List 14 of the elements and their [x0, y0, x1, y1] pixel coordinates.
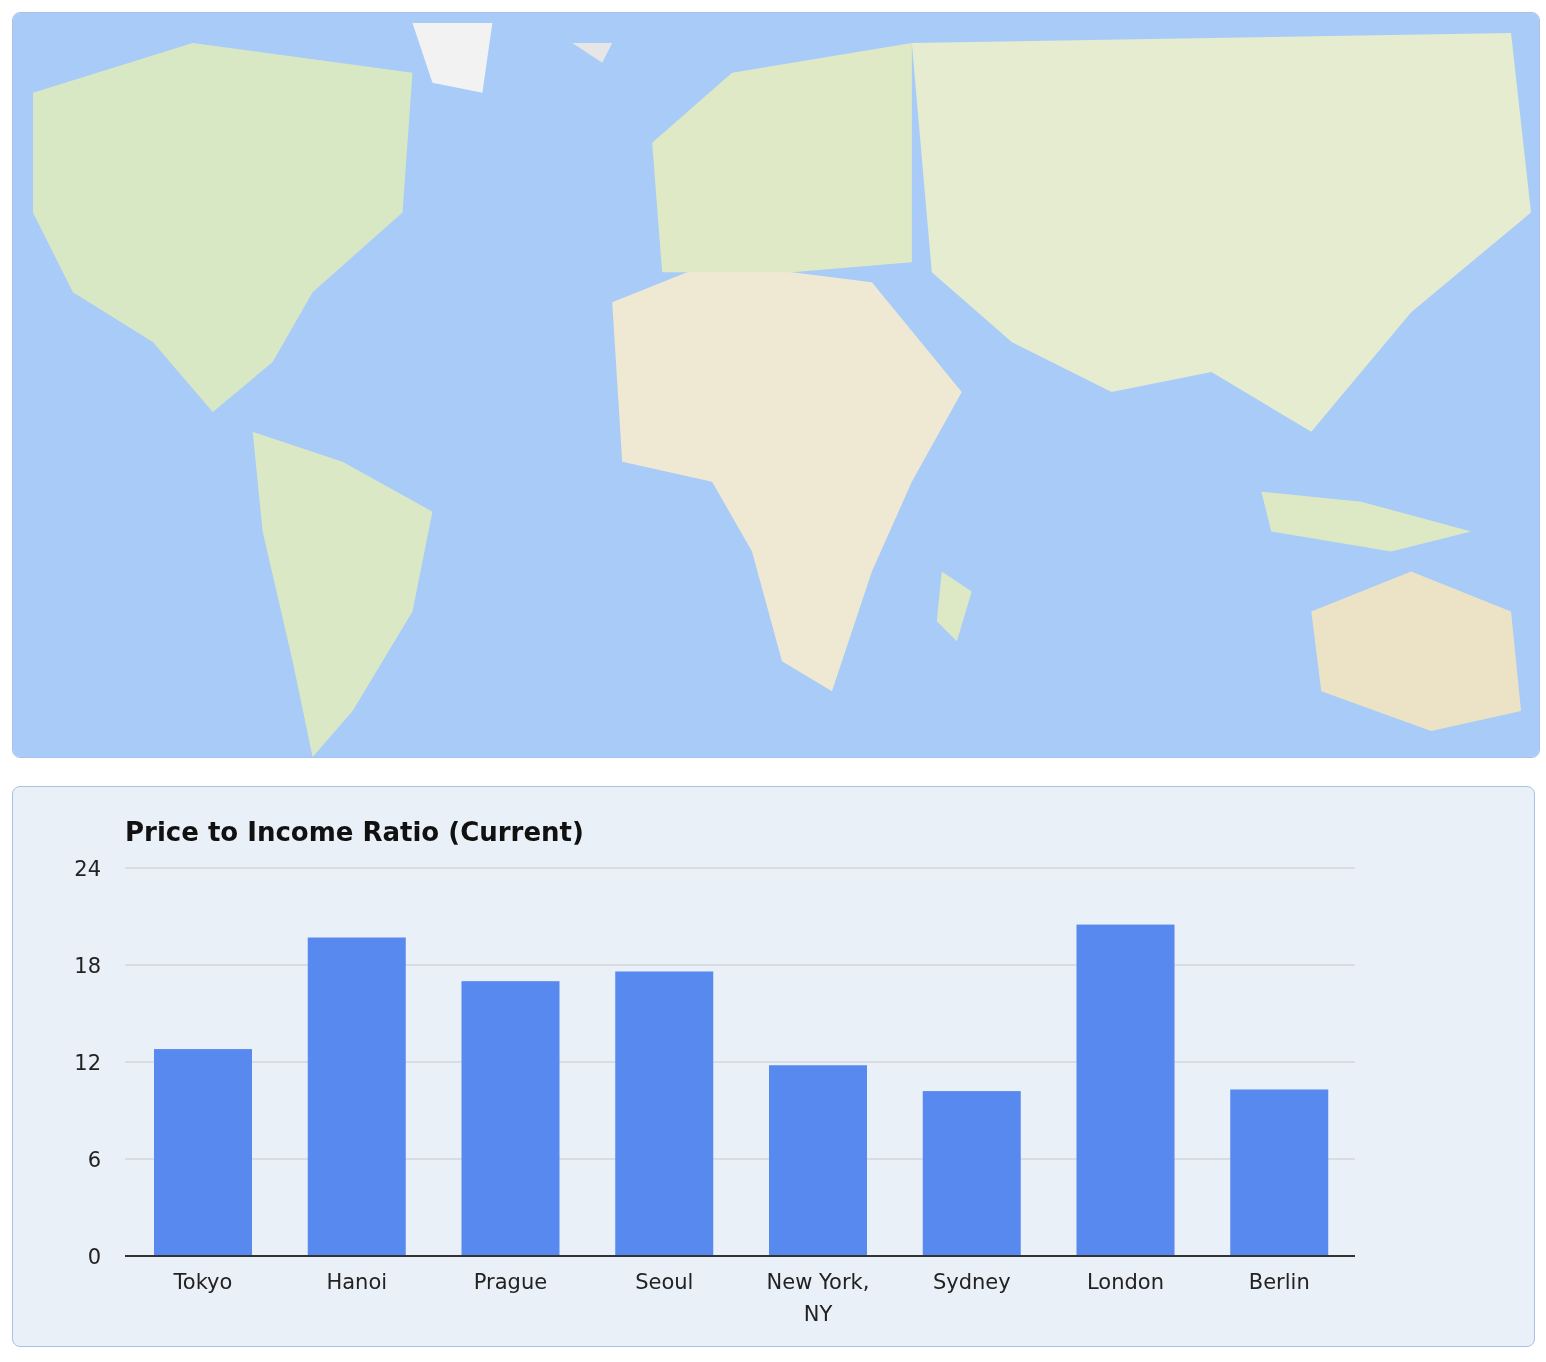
- category-label: Seoul: [635, 1270, 694, 1294]
- category-label: Sydney: [932, 1270, 1011, 1294]
- category-label: New York, NY: [766, 1270, 870, 1326]
- category-label: Berlin: [1248, 1270, 1310, 1294]
- chart-title: Price to Income Ratio (Current): [125, 817, 584, 847]
- axis-tick-label: 18: [74, 954, 101, 978]
- category-label: Hanoi: [326, 1270, 388, 1294]
- category-label: Prague: [473, 1270, 548, 1294]
- axis-tick-label: 12: [74, 1051, 101, 1075]
- axis-tick-label: 24: [74, 857, 101, 881]
- category-label: Tokyo: [173, 1270, 233, 1294]
- axis-tick-label: 0: [87, 1245, 101, 1269]
- category-label: London: [1087, 1270, 1164, 1294]
- axis-tick-label: 6: [87, 1148, 101, 1172]
